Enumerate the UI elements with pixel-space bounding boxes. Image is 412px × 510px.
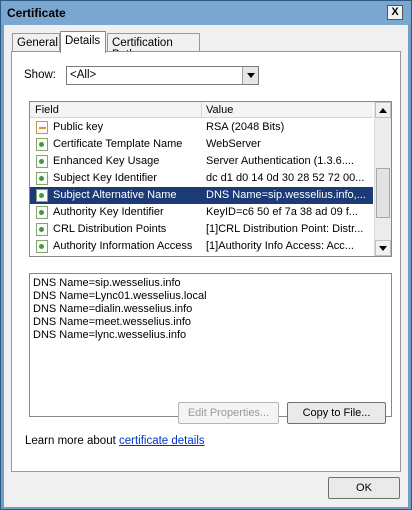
row-value: RSA (2048 Bits) [206, 121, 285, 133]
certificate-details-link[interactable]: certificate details [119, 435, 205, 447]
details-line: DNS Name=dialin.wesselius.info [33, 303, 193, 315]
scroll-down-icon[interactable] [375, 240, 391, 256]
row-field: Enhanced Key Usage [53, 155, 160, 167]
edit-properties-button[interactable]: Edit Properties... [178, 402, 279, 424]
table-row-selected[interactable]: Subject Alternative Name DNS Name=sip.we… [30, 187, 373, 204]
column-header-field[interactable]: Field [35, 104, 59, 116]
extension-icon [36, 155, 48, 168]
window-title: Certificate [7, 6, 66, 20]
listview-header: Field Value [30, 102, 373, 118]
show-label: Show: [24, 69, 56, 81]
row-value: WebServer [206, 138, 261, 150]
row-value: dc d1 d0 14 0d 30 28 52 72 00... [206, 172, 365, 184]
row-value: KeyID=c6 50 ef 7a 38 ad 09 f... [206, 206, 358, 218]
table-row[interactable]: CRL Distribution Points [1]CRL Distribut… [30, 221, 373, 238]
tab-general[interactable]: General [12, 33, 60, 53]
column-header-value[interactable]: Value [206, 104, 233, 116]
extension-icon [36, 240, 48, 253]
table-row[interactable]: Enhanced Key Usage Server Authentication… [30, 153, 373, 170]
row-value: [1]CRL Distribution Point: Distr... [206, 223, 364, 235]
tab-certification-path[interactable]: Certification Path [107, 33, 200, 61]
details-line: DNS Name=lync.wesselius.info [33, 329, 187, 341]
tab-details[interactable]: Details [60, 31, 106, 53]
scroll-up-icon[interactable] [375, 102, 391, 118]
table-row[interactable]: Certificate Template Name WebServer [30, 136, 373, 153]
extension-icon [36, 223, 48, 236]
key-icon [36, 121, 48, 134]
row-field: Authority Information Access [53, 240, 193, 252]
extension-icon [36, 172, 48, 185]
row-field: CRL Distribution Points [53, 223, 167, 235]
value-details-box[interactable]: DNS Name=sip.wesselius.info DNS Name=Lyn… [29, 273, 392, 417]
learn-more-text: Learn more about certificate details [25, 435, 205, 447]
dialog-client: General Details Certification Path Show:… [4, 25, 408, 507]
extension-icon [36, 189, 48, 202]
row-field: Public key [53, 121, 104, 133]
details-line: DNS Name=sip.wesselius.info [33, 277, 181, 289]
details-tab-panel: Show: <All> Field Value Public key RSA (… [11, 51, 401, 472]
details-line: DNS Name=meet.wesselius.info [33, 316, 192, 328]
row-field: Authority Key Identifier [53, 206, 164, 218]
copy-to-file-button[interactable]: Copy to File... [287, 402, 386, 424]
column-separator[interactable] [201, 102, 202, 118]
close-button[interactable]: X [387, 5, 403, 20]
row-value: Server Authentication (1.3.6.... [206, 155, 354, 167]
extension-icon [36, 206, 48, 219]
certificate-dialog: Certificate X General Details Certificat… [0, 0, 412, 510]
table-row[interactable]: Authority Key Identifier KeyID=c6 50 ef … [30, 204, 373, 221]
ok-button[interactable]: OK [328, 477, 400, 499]
show-dropdown[interactable]: <All> [66, 66, 259, 85]
details-line: DNS Name=Lync01.wesselius.local [33, 290, 207, 302]
table-row[interactable]: Subject Key Identifier dc d1 d0 14 0d 30… [30, 170, 373, 187]
show-dropdown-value: <All> [70, 69, 97, 81]
row-field: Subject Alternative Name [53, 189, 177, 201]
scroll-thumb[interactable] [376, 168, 390, 218]
row-value: DNS Name=sip.wesselius.info,... [206, 189, 366, 201]
chevron-down-icon[interactable] [242, 67, 258, 84]
title-bar[interactable]: Certificate X [1, 1, 411, 25]
listview-rows: Public key RSA (2048 Bits) Certificate T… [30, 119, 373, 255]
table-row[interactable]: Public key RSA (2048 Bits) [30, 119, 373, 136]
learn-more-prefix: Learn more about [25, 435, 119, 447]
row-value: [1]Authority Info Access: Acc... [206, 240, 354, 252]
fields-listview[interactable]: Field Value Public key RSA (2048 Bits) C… [29, 101, 392, 257]
vertical-scrollbar[interactable] [374, 102, 391, 256]
row-field: Subject Key Identifier [53, 172, 157, 184]
extension-icon [36, 138, 48, 151]
row-field: Certificate Template Name [53, 138, 183, 150]
table-row[interactable]: Authority Information Access [1]Authorit… [30, 238, 373, 255]
